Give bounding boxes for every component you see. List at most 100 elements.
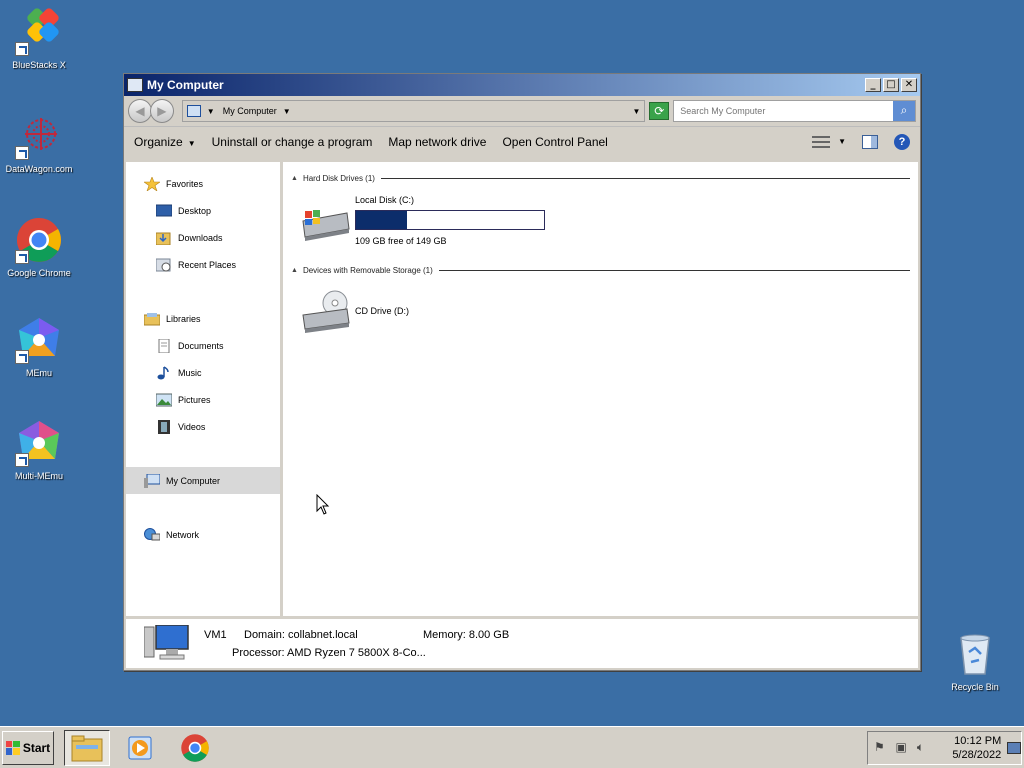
desktop-icon-recycle-bin[interactable]: Recycle Bin	[937, 630, 1013, 692]
desktop-icon-multi-memu[interactable]: Multi-MEmu	[1, 419, 77, 481]
windows-logo-icon	[5, 740, 20, 755]
breadcrumb-chevron-down-icon[interactable]: ▼	[283, 107, 291, 116]
refresh-icon: ⟳	[654, 104, 665, 118]
network-icon	[144, 527, 161, 542]
shortcut-arrow-icon	[15, 250, 29, 264]
start-button[interactable]: Start	[2, 730, 54, 765]
media-player-icon	[128, 736, 152, 759]
preview-pane-icon[interactable]	[862, 134, 878, 149]
breadcrumb-chevron-icon[interactable]: ▼	[207, 107, 215, 116]
start-label: Start	[22, 740, 51, 755]
nav-item-music[interactable]: Music	[126, 359, 280, 386]
nav-item-my-computer[interactable]: My Computer	[126, 467, 280, 494]
refresh-button[interactable]: ⟳	[649, 102, 670, 120]
desktop-icon-chrome[interactable]: Google Chrome	[1, 216, 77, 278]
drive-name: Local Disk (C:)	[355, 195, 415, 205]
taskbar-chrome-button[interactable]	[172, 730, 218, 766]
window-title: My Computer	[147, 78, 224, 92]
nav-item-favorites[interactable]: Favorites	[126, 170, 280, 197]
navigation-pane[interactable]: Favorites Desktop Downloads Recent Place…	[126, 162, 283, 616]
desktop-icon-datawagon[interactable]: DataWagon.com	[1, 112, 77, 174]
desktop-icon	[155, 204, 173, 218]
address-history-dropdown-icon[interactable]: ▼	[632, 107, 640, 116]
libraries-icon	[143, 312, 161, 326]
forward-arrow-icon: ▶	[157, 104, 167, 118]
computer-icon	[143, 624, 190, 663]
search-input[interactable]	[674, 106, 893, 116]
drive-free-space: 109 GB free of 149 GB	[355, 236, 447, 246]
desktop-icon-label: MEmu	[25, 368, 52, 378]
nav-item-label: Libraries	[166, 313, 201, 324]
clock-time: 10:12 PM	[954, 735, 1002, 747]
organize-button[interactable]: Organize ▼	[134, 135, 196, 149]
computer-icon	[127, 78, 143, 92]
desktop-icon-memu[interactable]: MEmu	[1, 316, 77, 378]
nav-item-desktop[interactable]: Desktop	[126, 197, 280, 224]
group-header-removable[interactable]: ▲ Devices with Removable Storage (1)	[291, 266, 910, 275]
breadcrumb-my-computer[interactable]: My Computer	[223, 106, 277, 116]
open-control-panel-button[interactable]: Open Control Panel	[502, 135, 607, 149]
nav-item-pictures[interactable]: Pictures	[126, 386, 280, 413]
group-header-hard-disk[interactable]: ▲ Hard Disk Drives (1)	[291, 174, 910, 183]
minimize-button[interactable]: _	[865, 78, 881, 92]
nav-item-label: Pictures	[178, 394, 211, 405]
address-field[interactable]: ▼ My Computer ▼ ▼	[181, 100, 646, 122]
recycle-bin-icon	[951, 630, 999, 678]
close-button[interactable]: ✕	[901, 78, 917, 92]
nav-item-videos[interactable]: Videos	[126, 413, 280, 440]
desktop-icon-label: Multi-MEmu	[14, 471, 63, 481]
nav-item-label: Music	[178, 367, 202, 378]
group-header-label: Hard Disk Drives (1)	[302, 174, 375, 183]
desktop-icon-bluestacks[interactable]: BlueStacks X	[1, 8, 77, 70]
nav-item-label: Recent Places	[178, 259, 237, 270]
drive-local-disk-c[interactable]: Local Disk (C:) 109 GB free of 149 GB	[301, 195, 910, 246]
view-options-chevron-icon[interactable]: ▼	[838, 137, 846, 146]
nav-item-recent-places[interactable]: Recent Places	[126, 251, 280, 278]
nav-item-downloads[interactable]: Downloads	[126, 224, 280, 251]
forward-button[interactable]: ▶	[149, 99, 174, 123]
uninstall-program-button[interactable]: Uninstall or change a program	[212, 135, 373, 149]
chrome-icon	[15, 216, 63, 264]
help-icon[interactable]: ?	[894, 133, 910, 150]
taskbar-explorer-button[interactable]	[64, 729, 110, 766]
group-divider	[438, 270, 910, 271]
volume-icon[interactable]: 🔈︎	[917, 740, 930, 756]
clock[interactable]: 10:12 PM 5/28/2022	[952, 734, 1001, 762]
system-tray: ⚑ ▣ 🔈︎ 10:12 PM 5/28/2022	[867, 731, 1022, 765]
my-computer-window: My Computer _ □ ✕ ◀ ▶ ▼ My Computer ▼ ▼ …	[123, 73, 921, 671]
computer-icon	[186, 105, 201, 117]
shortcut-arrow-icon	[15, 42, 29, 56]
nav-item-documents[interactable]: Documents	[126, 332, 280, 359]
search-box[interactable]: ⌕	[673, 100, 916, 122]
computer-icon	[144, 473, 161, 488]
shortcut-arrow-icon	[15, 350, 29, 364]
drive-name: CD Drive (D:)	[355, 306, 409, 316]
nav-item-label: Documents	[178, 340, 224, 351]
multi-memu-icon	[15, 419, 63, 467]
back-arrow-icon: ◀	[135, 104, 145, 118]
bluestacks-icon	[15, 8, 63, 56]
back-button[interactable]: ◀	[128, 99, 152, 123]
show-desktop-icon[interactable]	[1007, 742, 1021, 754]
search-icon[interactable]: ⌕	[893, 101, 915, 121]
collapse-arrow-icon[interactable]: ▲	[291, 267, 298, 274]
maximize-button[interactable]: □	[883, 78, 899, 92]
change-view-icon[interactable]	[812, 135, 831, 149]
nav-item-label: Downloads	[178, 232, 223, 243]
collapse-arrow-icon[interactable]: ▲	[291, 175, 298, 182]
action-center-flag-icon[interactable]: ⚑	[874, 740, 887, 756]
nav-item-network[interactable]: Network	[126, 521, 280, 548]
computer-memory: Memory: 8.00 GB	[423, 629, 510, 641]
nav-item-libraries[interactable]: Libraries	[126, 305, 280, 332]
drive-cd-d[interactable]: CD Drive (D:)	[301, 289, 910, 333]
hard-drive-icon	[301, 199, 351, 243]
map-network-drive-button[interactable]: Map network drive	[388, 135, 486, 149]
shortcut-arrow-icon	[15, 146, 29, 160]
network-tray-icon[interactable]: ▣	[895, 740, 908, 756]
taskbar-media-player-button[interactable]	[118, 730, 164, 766]
pictures-icon	[155, 393, 173, 407]
mouse-cursor-icon	[316, 494, 330, 515]
window-titlebar[interactable]: My Computer _ □ ✕	[124, 74, 920, 96]
content-pane[interactable]: ▲ Hard Disk Drives (1) Local Disk (C:) 1…	[283, 162, 918, 616]
nav-item-label: Favorites	[166, 178, 204, 189]
